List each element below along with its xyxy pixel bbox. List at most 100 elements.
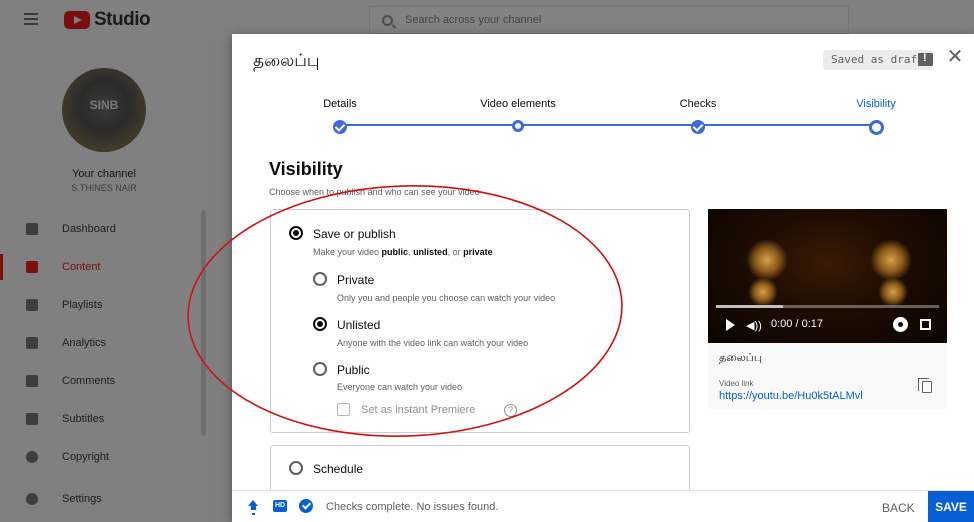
public-radio[interactable] [313,362,327,376]
play-icon[interactable] [726,319,735,331]
schedule-radio[interactable] [289,461,303,475]
stepper-line [340,124,876,126]
sidebar-item-label: Settings [62,493,102,505]
step-label: Visibility [856,98,896,110]
section-title: Visibility [269,159,343,179]
video-progress-fill [716,305,783,308]
video-link[interactable]: https://youtu.be/Hu0k5tALMvl [719,390,863,402]
step-label: Details [323,98,357,110]
fullscreen-icon[interactable] [920,319,931,330]
video-player[interactable]: ◀)) 0:00 / 0:17 [708,209,947,343]
sidebar-nav: Dashboard Content Playlists Analytics Co… [0,210,200,476]
sidebar-item-subtitles[interactable]: Subtitles [0,400,200,438]
checks-status: Checks complete. No issues found. [326,501,499,513]
sidebar-item-settings[interactable]: Settings [0,480,200,518]
studio-logo[interactable]: Studio [64,9,151,31]
gear-icon [26,493,38,505]
save-button[interactable]: SAVE [928,491,974,522]
video-title: தலைப்பு [719,351,763,364]
dialog-title: தலைப்பு [253,51,320,71]
upload-dialog: தலைப்பு Saved as draft ✕ Details Video e… [232,34,974,522]
sidebar-item-label: Content [62,261,101,273]
gear-icon[interactable] [895,319,906,330]
comments-icon [26,375,38,387]
video-progress-bar[interactable] [716,305,939,308]
sidebar-item-copyright[interactable]: Copyright [0,438,200,476]
volume-icon[interactable]: ◀)) [746,319,762,332]
sidebar-settings: Settings [0,480,200,518]
sidebar-item-label: Analytics [62,337,107,349]
dialog-header: தலைப்பு Saved as draft ✕ [232,34,974,86]
schedule-label: Schedule [313,462,364,476]
sidebar-item-label: Subtitles [62,413,105,425]
analytics-icon [26,337,38,349]
sidebar: SINB Your channel S.THINES NAIR Dashboar… [0,40,208,522]
sidebar-item-label: Comments [62,375,116,387]
check-icon [691,120,705,134]
upload-stepper: Details Video elements Checks Visibility [232,86,974,146]
section-subtitle: Choose when to publish and who can see y… [269,187,480,197]
sidebar-item-label: Dashboard [62,223,116,235]
step-details[interactable]: Details [280,98,400,134]
save-or-publish-desc: Make your video public, unlisted, or pri… [313,247,493,257]
menu-icon[interactable] [24,13,38,25]
private-desc: Only you and people you choose can watch… [337,293,556,303]
copy-icon[interactable] [918,378,932,393]
save-or-publish-card: Save or publish Make your video public, … [270,209,690,433]
video-preview-card: ◀)) 0:00 / 0:17 தலைப்பு Video link https… [708,209,947,409]
check-circle-icon[interactable] [299,499,313,513]
search-input[interactable]: Search across your channel [405,14,541,26]
channel-title: Your channel [72,168,136,180]
step-checks[interactable]: Checks [638,98,758,134]
youtube-logo-icon [64,11,90,29]
ornament-right-lower [878,277,908,307]
sidebar-scrollbar[interactable] [201,210,206,436]
search-icon [382,14,393,26]
avatar-text: SINB [89,98,119,112]
save-or-publish-radio[interactable] [289,226,303,240]
logo-text: Studio [94,9,151,30]
upload-icon[interactable] [248,500,259,513]
avatar[interactable]: SINB [62,68,146,152]
back-button[interactable]: BACK [878,497,919,519]
dialog-footer: HD Checks complete. No issues found. BAC… [232,490,974,522]
close-icon[interactable]: ✕ [945,47,965,67]
sidebar-item-label: Playlists [62,299,103,311]
sidebar-item-dashboard[interactable]: Dashboard [0,210,200,248]
step-ring-icon [868,120,884,135]
ornament-left-lower [748,277,778,307]
unlisted-desc: Anyone with the video link can watch you… [337,338,529,348]
check-icon [333,120,347,134]
feedback-icon[interactable] [918,52,933,66]
ornament-right [870,239,912,281]
ornament-left [746,239,788,281]
draft-status-badge: Saved as draft [823,50,932,70]
instant-premiere-checkbox[interactable] [337,403,350,416]
public-label: Public [337,363,370,377]
search-bar[interactable]: Search across your channel [369,6,849,34]
public-desc: Everyone can watch your video [337,382,463,392]
step-label: Checks [679,98,717,110]
step-ring-icon [512,120,524,132]
sidebar-item-comments[interactable]: Comments [0,362,200,400]
sidebar-item-analytics[interactable]: Analytics [0,324,200,362]
video-time: 0:00 / 0:17 [771,318,823,330]
unlisted-label: Unlisted [337,318,381,332]
step-visibility[interactable]: Visibility [816,98,936,135]
subtitles-icon [26,413,38,425]
private-label: Private [337,273,375,287]
sidebar-item-playlists[interactable]: Playlists [0,286,200,324]
hd-icon[interactable]: HD [273,500,287,512]
video-link-label: Video link [719,379,754,388]
playlists-icon [26,299,38,311]
save-or-publish-label: Save or publish [313,227,396,241]
unlisted-radio[interactable] [313,317,327,331]
instant-premiere-label: Set as instant Premiere [361,404,476,416]
copyright-icon [26,451,38,463]
sidebar-item-content[interactable]: Content [0,248,200,286]
private-radio[interactable] [313,272,327,286]
help-icon[interactable]: ? [504,404,517,417]
sidebar-item-label: Copyright [62,451,110,463]
step-video-elements[interactable]: Video elements [458,98,578,132]
content-icon [26,261,38,273]
